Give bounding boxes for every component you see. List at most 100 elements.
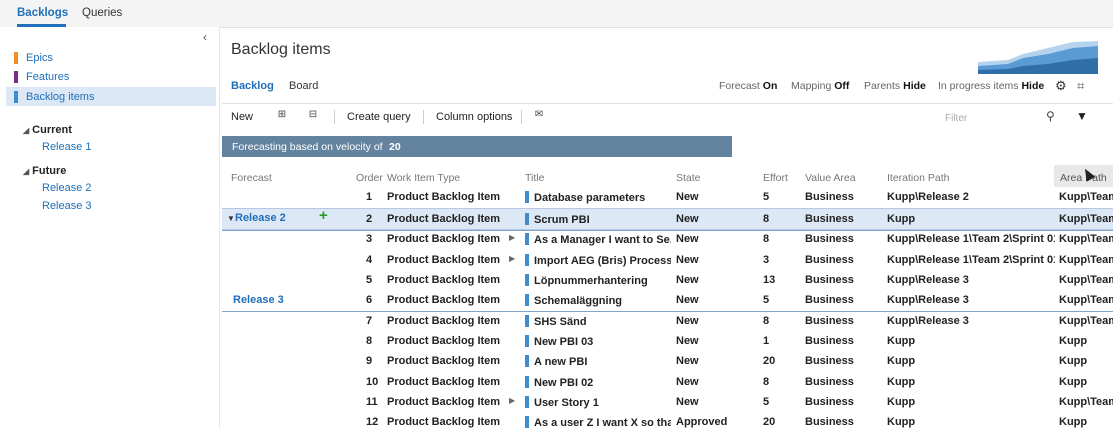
area-path-cell: Kupp\Team — [1059, 233, 1113, 245]
column-header-work-item-type[interactable]: Work Item Type — [387, 172, 460, 184]
title-text[interactable]: As a user Z I want X so that Y — [534, 417, 671, 429]
table-row[interactable]: 3 Product Backlog Item As a Manager I want… — [222, 229, 1113, 250]
title-text[interactable]: Löpnummerhantering — [534, 275, 648, 287]
forecast-toggle[interactable]: Forecast On — [719, 80, 777, 92]
column-header-title[interactable]: Title — [525, 172, 544, 184]
tree-item-release-3[interactable]: Release 3 — [42, 200, 92, 212]
table-row[interactable]: 1 Product Backlog Item Database parameters… — [222, 187, 1113, 208]
tree-group-future[interactable]: ◢ Future — [23, 165, 66, 177]
table-row[interactable]: 5 Product Backlog Item Löpnummerhantering N… — [222, 270, 1113, 291]
title-text[interactable]: New PBI 03 — [534, 336, 593, 348]
table-row[interactable]: 11 Product Backlog Item User Story 1 New 5 Bu… — [222, 392, 1113, 413]
state-cell: New — [676, 315, 699, 327]
title-cell[interactable]: New PBI 02 — [525, 376, 671, 389]
expand-row-icon[interactable]: ▶ — [509, 233, 515, 242]
expand-row-icon[interactable]: ▶ — [509, 396, 515, 405]
column-header-iteration-path[interactable]: Iteration Path — [887, 172, 949, 184]
title-text[interactable]: User Story 1 — [534, 397, 599, 409]
table-row[interactable]: 4 Product Backlog Item Import AEG (Bris) P… — [222, 250, 1113, 271]
title-text[interactable]: A new PBI — [534, 356, 587, 368]
tree-group-current[interactable]: ◢ Current — [23, 124, 72, 136]
forecast-release-3[interactable]: Release 3 — [233, 294, 284, 306]
title-text[interactable]: Schemaläggning — [534, 295, 622, 307]
toolbar-separator — [423, 110, 424, 124]
column-header-forecast[interactable]: Forecast — [231, 172, 272, 184]
title-text[interactable]: As a Manager I want to Se... — [534, 234, 671, 246]
title-cell[interactable]: SHS Sänd — [525, 315, 671, 328]
table-row[interactable]: 2 Product Backlog Item Scrum PBI New 8 Busine… — [222, 208, 1113, 230]
tab-backlogs[interactable]: Backlogs — [17, 7, 68, 19]
table-row[interactable]: 10 Product Backlog Item New PBI 02 New 8 Busi… — [222, 372, 1113, 393]
expand-row-icon[interactable]: ▶ — [509, 254, 515, 263]
velocity-value[interactable]: 20 — [389, 141, 401, 153]
title-text[interactable]: SHS Sänd — [534, 316, 587, 328]
work-item-color-bar — [525, 294, 529, 306]
column-options-button[interactable]: Column options — [436, 111, 512, 123]
iteration-path-cell: Kupp\Release 1\Team 2\Sprint 01 — [887, 254, 1055, 266]
new-button[interactable]: New — [231, 111, 253, 123]
mail-icon[interactable]: ✉ — [533, 109, 545, 121]
state-cell: New — [676, 396, 699, 408]
title-cell[interactable]: As a user Z I want X so that Y — [525, 416, 671, 429]
column-header-effort[interactable]: Effort — [763, 172, 788, 184]
title-text[interactable]: Import AEG (Bris) Process — [534, 255, 671, 267]
filter-placeholder: Filter — [945, 113, 968, 124]
title-cell[interactable]: Löpnummerhantering — [525, 274, 671, 287]
expand-all-icon[interactable]: ⊞ — [276, 109, 288, 121]
area-path-cell: Kupp\Team — [1059, 274, 1113, 286]
title-text[interactable]: New PBI 02 — [534, 377, 593, 389]
pivot-board[interactable]: Board — [289, 80, 318, 92]
inprogress-toggle[interactable]: In progress items Hide — [938, 80, 1044, 92]
sidebar-item-features[interactable]: Features — [6, 67, 216, 86]
sidebar-item-label: Epics — [26, 52, 53, 64]
create-query-button[interactable]: Create query — [347, 111, 411, 123]
work-item-color-bar — [525, 213, 529, 225]
work-item-type-cell: Product Backlog Item — [387, 335, 501, 347]
column-header-order[interactable]: Order — [356, 172, 383, 184]
table-row[interactable]: 8 Product Backlog Item New PBI 03 New 1 Busin… — [222, 331, 1113, 352]
search-icon[interactable]: ⚲ — [1046, 109, 1055, 123]
mapping-toggle[interactable]: Mapping Off — [791, 80, 849, 92]
title-cell[interactable]: Scrum PBI — [525, 213, 671, 226]
expand-caret-icon[interactable]: ▼ — [227, 214, 235, 223]
effort-cell: 5 — [763, 191, 770, 203]
iteration-path-cell: Kupp — [887, 396, 916, 408]
filter-input[interactable]: Filter — [940, 108, 1042, 130]
expand-triangle-icon[interactable]: ◢ — [23, 167, 29, 176]
sidebar-item-backlog-items[interactable]: Backlog items — [6, 87, 216, 106]
funnel-icon[interactable]: ▼ — [1076, 109, 1088, 123]
gear-icon[interactable]: ⚙ — [1055, 78, 1067, 94]
title-cell[interactable]: Database parameters — [525, 191, 671, 204]
tree-item-release-2[interactable]: Release 2 — [42, 182, 92, 194]
table-row[interactable]: 6 Product Backlog Item Schemaläggning New 5 B… — [222, 290, 1113, 311]
title-cell[interactable]: Import AEG (Bris) Process — [525, 254, 671, 267]
title-cell[interactable]: Schemaläggning — [525, 294, 671, 307]
collapse-all-icon[interactable]: ⊟ — [307, 109, 319, 121]
column-header-value-area[interactable]: Value Area — [805, 172, 856, 184]
add-item-icon[interactable]: + — [319, 207, 328, 224]
effort-cell: 5 — [763, 396, 770, 408]
epic-color-swatch — [14, 52, 18, 64]
table-row[interactable]: 7 Product Backlog Item SHS Sänd New 8 Busines… — [222, 311, 1113, 332]
table-row[interactable]: 12 Product Backlog Item As a user Z I want… — [222, 412, 1113, 433]
title-cell[interactable]: User Story 1 — [525, 396, 671, 409]
table-row[interactable]: 9 Product Backlog Item A new PBI New 20 Busin… — [222, 351, 1113, 372]
collapse-sidebar-icon[interactable]: ‹ — [203, 30, 207, 44]
sidebar-item-epics[interactable]: Epics — [6, 48, 216, 67]
fullscreen-icon[interactable]: ⌗ — [1077, 78, 1084, 94]
forecast-release-2[interactable]: Release 2 — [235, 212, 286, 224]
iteration-path-cell: Kupp\Release 1\Team 2\Sprint 01 — [887, 233, 1055, 245]
parents-toggle[interactable]: Parents Hide — [864, 80, 926, 92]
tab-queries[interactable]: Queries — [82, 7, 122, 19]
title-text[interactable]: Scrum PBI — [534, 214, 590, 226]
title-cell[interactable]: A new PBI — [525, 355, 671, 368]
title-text[interactable]: Database parameters — [534, 192, 645, 204]
area-path-cell: Kupp\Team — [1059, 396, 1113, 408]
tree-item-release-1[interactable]: Release 1 — [42, 141, 92, 153]
column-header-state[interactable]: State — [676, 172, 701, 184]
expand-triangle-icon[interactable]: ◢ — [23, 126, 29, 135]
title-cell[interactable]: As a Manager I want to Se... — [525, 233, 671, 246]
pivot-backlog[interactable]: Backlog — [231, 80, 274, 92]
title-cell[interactable]: New PBI 03 — [525, 335, 671, 348]
velocity-chart[interactable] — [978, 34, 1098, 74]
